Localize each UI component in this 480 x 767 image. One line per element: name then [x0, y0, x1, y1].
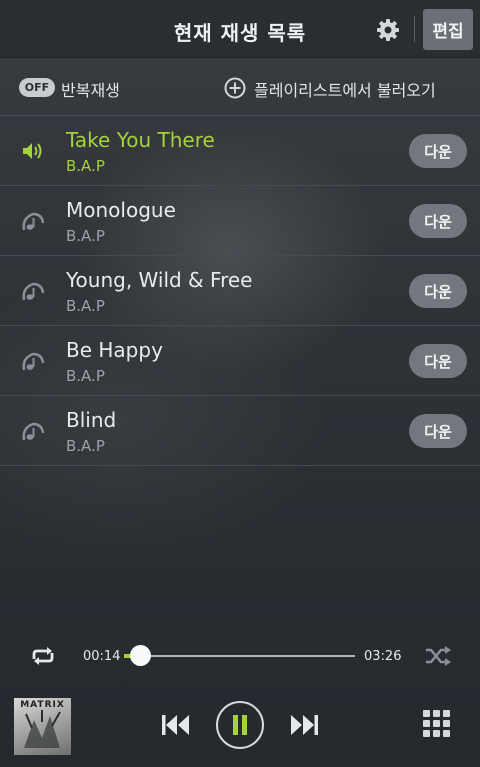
page-title: 현재 재생 목록 [173, 21, 307, 45]
grid-icon [423, 710, 450, 737]
track-title: Be Happy [66, 338, 163, 362]
previous-button[interactable] [160, 713, 192, 737]
next-button[interactable] [288, 713, 320, 737]
track-artist: B.A.P [66, 367, 105, 385]
total-time: 03:26 [364, 649, 402, 664]
track-row[interactable]: Take You There B.A.P 다운 [0, 116, 480, 186]
playback-controls: MATRIX [0, 690, 480, 767]
download-button[interactable]: 다운 [409, 134, 467, 168]
track-artist: B.A.P [66, 297, 105, 315]
settings-button[interactable] [373, 15, 403, 45]
header-divider [414, 16, 415, 42]
music-note-icon [20, 210, 46, 232]
seek-bar[interactable] [124, 645, 355, 666]
track-row[interactable]: Be Happy B.A.P 다운 [0, 326, 480, 396]
music-note-icon [20, 420, 46, 442]
skip-previous-icon [162, 715, 189, 735]
download-button[interactable]: 다운 [409, 344, 467, 378]
load-playlist-button[interactable]: 플레이리스트에서 불러오기 [254, 77, 436, 101]
track-title: Monologue [66, 198, 176, 222]
current-time: 00:14 [83, 649, 121, 664]
playlist-toolbar: OFF 반복재생 플레이리스트에서 불러오기 [0, 58, 480, 116]
shuffle-icon[interactable] [424, 645, 452, 667]
repeat-toggle[interactable]: OFF [19, 78, 55, 97]
pause-button[interactable] [216, 701, 264, 749]
pause-icon [233, 715, 247, 735]
track-list: Take You There B.A.P 다운 Monologue B.A.P … [0, 116, 480, 466]
track-title: Blind [66, 408, 117, 432]
gear-icon [377, 19, 399, 41]
speaker-playing-icon [20, 140, 46, 162]
track-artist: B.A.P [66, 437, 105, 455]
track-row[interactable]: Young, Wild & Free B.A.P 다운 [0, 256, 480, 326]
header-bar: 현재 재생 목록 편집 [0, 0, 480, 58]
seek-thumb[interactable] [129, 645, 151, 666]
track-title: Take You There [66, 128, 215, 152]
menu-grid-button[interactable] [423, 710, 450, 737]
track-title: Young, Wild & Free [66, 268, 253, 292]
track-row[interactable]: Blind B.A.P 다운 [0, 396, 480, 466]
track-row[interactable]: Monologue B.A.P 다운 [0, 186, 480, 256]
download-button[interactable]: 다운 [409, 204, 467, 238]
track-artist: B.A.P [66, 227, 105, 245]
download-button[interactable]: 다운 [409, 414, 467, 448]
album-art[interactable]: MATRIX [14, 698, 71, 755]
repeat-label[interactable]: 반복재생 [61, 77, 120, 101]
repeat-icon[interactable] [28, 644, 58, 668]
track-artist: B.A.P [66, 157, 105, 175]
plus-circle-icon[interactable] [224, 77, 246, 99]
music-note-icon [20, 280, 46, 302]
music-note-icon [20, 350, 46, 372]
skip-next-icon [291, 715, 318, 735]
seek-row: 00:14 03:26 [0, 636, 480, 676]
edit-button[interactable]: 편집 [423, 9, 473, 50]
download-button[interactable]: 다운 [409, 274, 467, 308]
